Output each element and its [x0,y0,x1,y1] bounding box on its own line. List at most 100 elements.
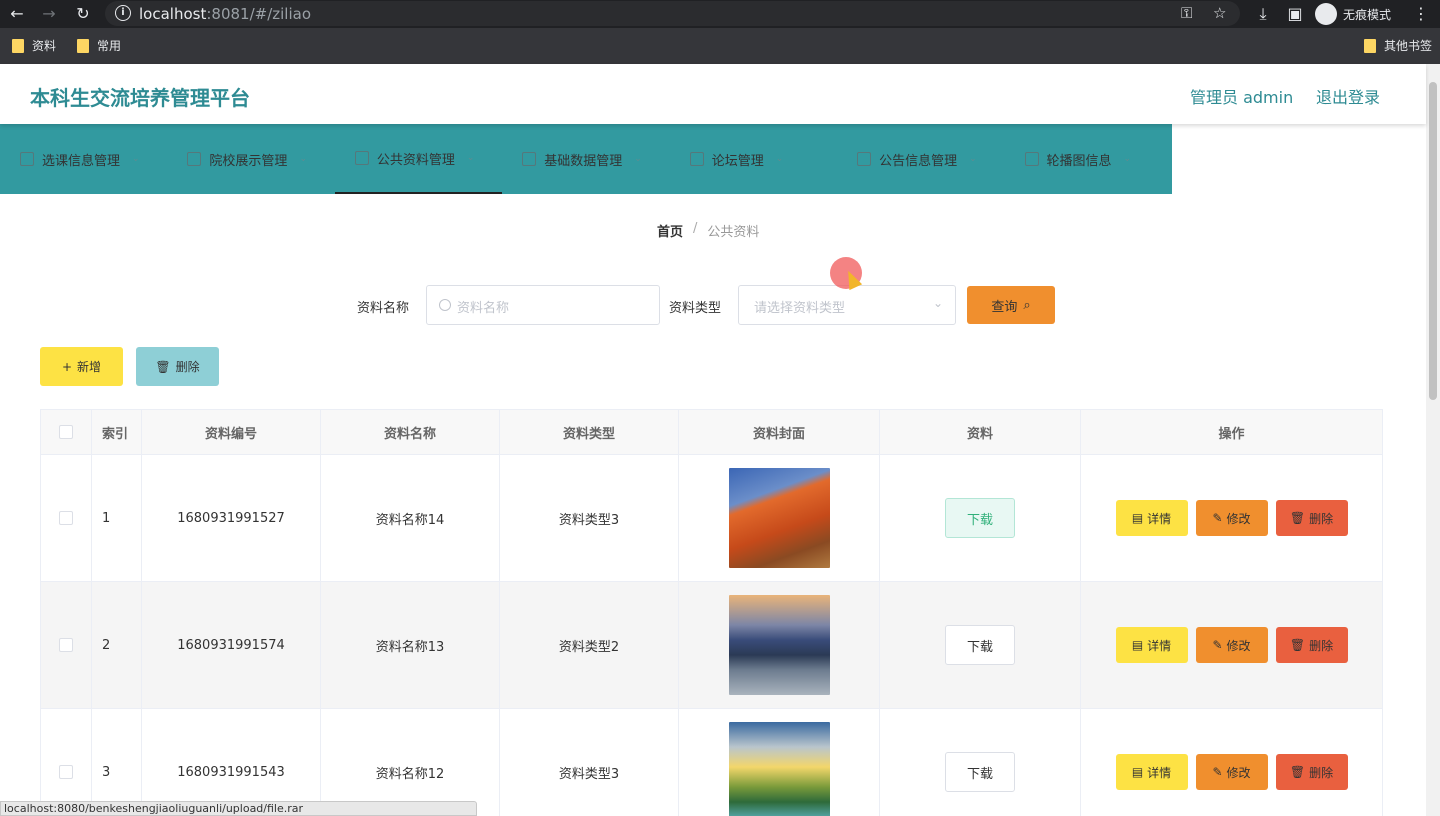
cell-code: 1680931991574 [142,582,321,708]
clipboard-icon [1024,152,1039,166]
plus-icon: + [61,359,73,374]
edit-button[interactable]: ✎ 修改 [1195,627,1268,663]
cell-index: 3 [92,709,142,816]
cell-type: 资料类型3 [500,709,679,816]
link-status-bar: localhost:8080/benkeshengjiaoliuguanli/u… [0,801,477,816]
scrollbar-thumb[interactable] [1429,82,1437,400]
detail-button[interactable]: ▤ 详情 [1115,754,1188,790]
info-icon[interactable]: i [115,5,131,21]
cell-index: 1 [92,455,142,581]
app-header: 本科生交流培养管理平台 管理员 admin 退出登录 [0,64,1426,124]
download-button[interactable]: 下载 [945,625,1015,665]
nav-item-course-select[interactable]: 选课信息管理 ⌄ [0,124,167,194]
cell-name: 资料名称12 [321,709,500,816]
chevron-down-icon: ⌄ [932,296,943,310]
cell-type: 资料类型3 [500,455,679,581]
edit-label: 修改 [1226,511,1251,526]
address-bar[interactable]: i localhost:8081/#/ziliao ⚿ ☆ [105,1,1240,26]
add-button-label: 新增 [77,360,102,374]
page-scrollbar[interactable] [1426,64,1440,816]
delete-button[interactable]: 🗑 删除 [1275,627,1348,663]
chevron-down-icon: ⌄ [1123,154,1132,164]
query-button-label: 查询 [991,299,1018,315]
trash-icon: 🗑 [1289,511,1306,525]
incognito-indicator[interactable]: 无痕模式 [1315,3,1391,25]
header-name: 资料名称 [321,410,500,454]
cell-actions: ▤ 详情 ✎ 修改 🗑 删除 [1081,709,1382,816]
microphone-icon [522,152,537,166]
key-icon[interactable]: ⚿ [1181,4,1192,22]
header-actions: 操作 [1218,426,1245,442]
query-button[interactable]: 查询 ⌕ [967,286,1055,324]
menu-icon[interactable]: ⋮ [1410,3,1432,25]
forward-icon[interactable]: → [38,3,60,25]
other-bookmarks-label: 其他书签 [1384,39,1433,53]
bookmark-item[interactable]: 资料 [12,37,56,54]
nav-item-forum[interactable]: 论坛管理 ⌄ [670,124,837,194]
edit-button[interactable]: ✎ 修改 [1195,754,1268,790]
chevron-down-icon: ⌄ [466,153,475,163]
type-select[interactable]: 请选择资料类型 ⌄ [738,285,956,325]
pencil-icon: ✎ [1212,765,1223,779]
bookmark-item[interactable]: 常用 [77,37,121,54]
download-button[interactable]: 下载 [945,498,1015,538]
nav-item-public-materials[interactable]: 公共资料管理 ⌄ [334,124,503,194]
name-search-input[interactable]: 资料名称 [426,285,660,325]
cover-image[interactable] [728,468,830,568]
nav-label: 院校展示管理 [209,153,288,169]
header-index: 索引 [92,410,142,454]
cell-name: 资料名称14 [321,455,500,581]
nav-label: 论坛管理 [711,153,764,169]
detail-label: 详情 [1147,638,1172,653]
sidepanel-icon[interactable]: ▣ [1284,3,1306,25]
bookmarks-bar: 资料 常用 其他书签 [0,28,1440,64]
download-icon[interactable]: ⤓ [1252,3,1274,25]
delete-button[interactable]: 🗑 删除 [1275,754,1348,790]
bookmark-label: 资料 [32,39,57,53]
cell-file: 下载 [880,582,1081,708]
trash-icon: 🗑 [155,359,171,374]
table-row: 1 1680931991527 资料名称14 资料类型3 下载 ▤ 详情 ✎ 修改 … [41,455,1382,582]
batch-delete-label: 删除 [175,360,200,374]
cell-code: 1680931991543 [142,709,321,816]
nav-item-school-display[interactable]: 院校展示管理 ⌄ [167,124,334,194]
app-title: 本科生交流培养管理平台 [30,86,250,110]
detail-button[interactable]: ▤ 详情 [1115,627,1188,663]
nav-item-carousel[interactable]: 轮播图信息 ⌄ [1005,124,1172,194]
back-icon[interactable]: ← [6,3,28,25]
nav-item-announcements[interactable]: 公告信息管理 ⌄ [837,124,1004,194]
name-filter-label: 资料名称 [357,301,410,316]
cover-image[interactable] [728,595,830,695]
row-checkbox[interactable] [59,765,73,779]
row-checkbox[interactable] [59,511,73,525]
delete-button[interactable]: 🗑 删除 [1275,500,1348,536]
table-row: 2 1680931991574 资料名称13 资料类型2 下载 ▤ 详情 ✎ 修改 … [41,582,1382,709]
cell-cover [679,582,880,708]
document-icon: ▤ [1131,511,1144,525]
cover-image[interactable] [728,722,830,816]
detail-label: 详情 [1147,511,1172,526]
row-checkbox[interactable] [59,638,73,652]
cell-cover [679,455,880,581]
batch-delete-button[interactable]: 🗑 删除 [136,347,219,386]
cell-file: 下载 [880,709,1081,816]
cell-code: 1680931991527 [142,455,321,581]
logout-link[interactable]: 退出登录 [1316,84,1380,108]
select-all-checkbox[interactable] [59,425,73,439]
trash-icon: 🗑 [1289,765,1306,779]
header-file: 资料 [880,410,1081,454]
cell-cover [679,709,880,816]
nav-item-basic-data[interactable]: 基础数据管理 ⌄ [502,124,669,194]
breadcrumb-home[interactable]: 首页 [657,221,683,240]
edit-button[interactable]: ✎ 修改 [1195,500,1268,536]
add-button[interactable]: + 新增 [40,347,123,386]
folder-icon [12,38,24,53]
cell-index: 2 [92,582,142,708]
reload-icon[interactable]: ↻ [72,3,94,25]
chevron-down-icon: ⌄ [132,154,140,164]
download-button[interactable]: 下载 [945,752,1015,792]
star-icon[interactable]: ☆ [1213,4,1226,22]
detail-button[interactable]: ▤ 详情 [1115,500,1188,536]
other-bookmarks[interactable]: 其他书签 [1364,37,1432,54]
table-row: 3 1680931991543 资料名称12 资料类型3 下载 ▤ 详情 ✎ 修改 … [41,709,1382,816]
